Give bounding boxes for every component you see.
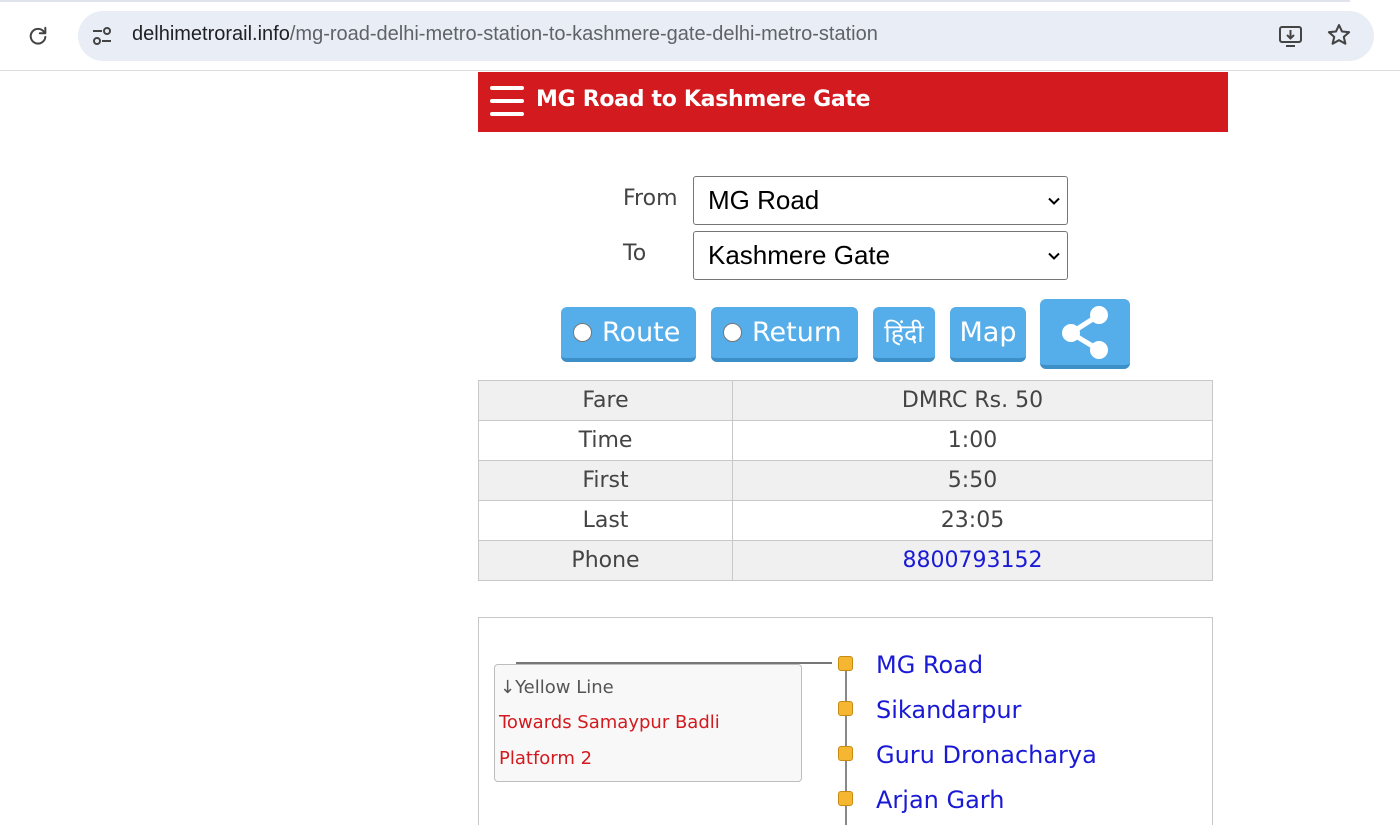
table-row: Fare DMRC Rs. 50 xyxy=(478,380,1213,421)
url-host: delhimetrorail.info xyxy=(132,23,290,45)
station-marker xyxy=(838,791,853,806)
return-button-label: Return xyxy=(752,317,842,348)
station-link[interactable]: Arjan Garh xyxy=(876,786,1004,814)
from-label: From xyxy=(623,186,678,211)
page-title: MG Road to Kashmere Gate xyxy=(536,87,871,112)
station-link[interactable]: MG Road xyxy=(876,651,983,679)
tab-strip-edge xyxy=(0,0,1350,2)
hamburger-menu-icon[interactable] xyxy=(490,84,524,118)
page-header: MG Road to Kashmere Gate xyxy=(478,72,1228,132)
return-radio[interactable] xyxy=(723,323,742,342)
url-text[interactable]: delhimetrorail.info/mg-road-delhi-metro-… xyxy=(132,23,878,46)
station-link[interactable]: Sikandarpur xyxy=(876,696,1021,724)
info-key: Last xyxy=(478,500,733,541)
install-app-icon[interactable] xyxy=(1277,22,1305,50)
url-path: /mg-road-delhi-metro-station-to-kashmere… xyxy=(289,23,878,45)
station-marker xyxy=(838,746,853,761)
from-station-select[interactable]: MG Road xyxy=(693,176,1068,225)
phone-link[interactable]: 8800793152 xyxy=(903,548,1043,573)
platform-text: Platform 2 xyxy=(499,748,593,769)
map-button[interactable]: Map xyxy=(950,307,1026,362)
to-label: To xyxy=(623,241,647,266)
reload-icon[interactable] xyxy=(22,20,54,52)
chevron-down-icon xyxy=(1048,197,1060,205)
from-station-value: MG Road xyxy=(708,185,820,215)
to-station-value: Kashmere Gate xyxy=(708,240,891,270)
info-key: First xyxy=(478,460,733,501)
info-key: Time xyxy=(478,420,733,461)
bookmark-star-icon[interactable] xyxy=(1326,22,1352,48)
table-row: First 5:50 xyxy=(478,460,1213,501)
table-row: Time 1:00 xyxy=(478,420,1213,461)
chevron-down-icon xyxy=(1048,252,1060,260)
route-button[interactable]: Route xyxy=(561,307,696,362)
site-info-icon[interactable] xyxy=(90,24,114,48)
station-link[interactable]: Guru Dronacharya xyxy=(876,741,1097,769)
to-station-select[interactable]: Kashmere Gate xyxy=(693,231,1068,280)
towards-text: Towards Samaypur Badli xyxy=(499,712,720,733)
line-name: ↓Yellow Line xyxy=(500,677,614,698)
info-key: Fare xyxy=(478,380,733,421)
info-value: 1:00 xyxy=(732,420,1213,461)
hindi-button[interactable]: हिंदी xyxy=(873,307,935,362)
info-value: 8800793152 xyxy=(732,540,1213,581)
route-button-label: Route xyxy=(602,317,681,348)
table-row: Phone 8800793152 xyxy=(478,540,1213,581)
station-marker xyxy=(838,701,853,716)
return-button[interactable]: Return xyxy=(711,307,858,362)
journey-info-table: Fare DMRC Rs. 50 Time 1:00 First 5:50 La… xyxy=(478,380,1213,581)
info-key: Phone xyxy=(478,540,733,581)
info-value: 23:05 xyxy=(732,500,1213,541)
route-radio[interactable] xyxy=(573,323,592,342)
info-value: 5:50 xyxy=(732,460,1213,501)
info-value: DMRC Rs. 50 xyxy=(732,380,1213,421)
table-row: Last 23:05 xyxy=(478,500,1213,541)
station-marker xyxy=(838,656,853,671)
browser-toolbar: delhimetrorail.info/mg-road-delhi-metro-… xyxy=(0,0,1400,71)
share-button[interactable] xyxy=(1040,299,1130,369)
share-icon xyxy=(1062,306,1108,359)
